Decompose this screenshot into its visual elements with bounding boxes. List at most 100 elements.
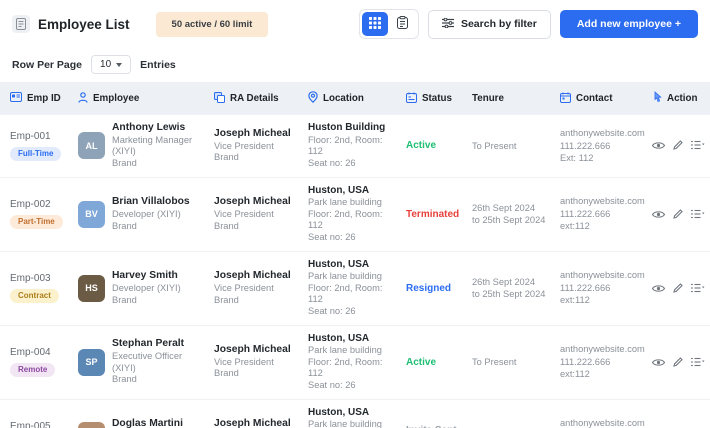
table-body: Emp-001 Full-Time AL Anthony Lewis Marke…	[0, 114, 710, 428]
edit-button[interactable]	[673, 138, 683, 153]
employee-name: Brian Villalobos	[112, 196, 190, 208]
employee-org: Brand	[112, 294, 137, 305]
table-row: Emp-001 Full-Time AL Anthony Lewis Marke…	[0, 114, 710, 178]
grid-view-icon	[368, 16, 381, 32]
cell-status: Resigned	[400, 251, 466, 325]
location-line: Floor: 2nd, Room: 112	[308, 208, 383, 231]
location-line: Park lane building	[308, 271, 382, 282]
employee-list-page: Employee List 50 active / 60 limit Searc…	[0, 0, 710, 428]
cell-contact: anthonywebsite.com 111.222.666 ext:112	[554, 399, 646, 428]
location-title: Huston, USA	[308, 406, 370, 418]
avatar: SP	[78, 348, 105, 376]
ra-name: Joseph Micheal	[214, 343, 291, 355]
view-button[interactable]	[651, 281, 666, 296]
cell-contact: anthonywebsite.com 111.222.666 Ext: 112	[554, 115, 646, 178]
table-row: Emp-003 Contract HS Harvey Smith Develop…	[0, 251, 710, 325]
view-button[interactable]	[651, 207, 666, 222]
list-view-button[interactable]	[390, 12, 416, 36]
cell-location: Huston, USA Park lane building Floor: 2n…	[302, 399, 400, 428]
view-toggle	[358, 9, 419, 39]
emp-id: Emp-005	[10, 420, 51, 428]
pencil-icon	[673, 207, 683, 222]
cell-action	[646, 115, 710, 178]
view-button[interactable]	[651, 138, 666, 153]
employee-role: Developer (XIYI)	[112, 208, 181, 219]
list-view-icon	[397, 16, 409, 32]
contact-website: anthonywebsite.com	[560, 344, 645, 355]
location-title: Huston Building	[308, 122, 386, 134]
cell-status: Invite Sent Resent Invite	[400, 399, 466, 428]
ra-role: Vice President	[214, 140, 274, 151]
cell-location: Huston, USA Park lane building Floor: 2n…	[302, 325, 400, 399]
list-menu-icon	[691, 207, 705, 222]
location-line: Park lane building	[308, 419, 382, 428]
ra-org: Brand	[214, 294, 239, 305]
cell-location: Huston, USA Park lane building Floor: 2n…	[302, 251, 400, 325]
contact-phone: 111.222.666	[560, 282, 611, 293]
col-tenure: Tenure	[466, 83, 554, 115]
more-actions-button[interactable]	[691, 207, 705, 222]
more-actions-button[interactable]	[691, 355, 705, 370]
employee-list-icon	[12, 15, 30, 33]
edit-button[interactable]	[673, 355, 683, 370]
grid-view-button[interactable]	[361, 12, 388, 36]
employment-type-badge: Full-Time	[10, 146, 62, 161]
col-ra-details: RA Details	[208, 83, 302, 115]
active-limit-badge: 50 active / 60 limit	[155, 11, 269, 37]
employee-table: Emp ID Employee RA Details Location Stat…	[0, 83, 710, 428]
cell-emp-id: Emp-001 Full-Time	[0, 115, 72, 178]
location-line: Seat no: 26	[308, 157, 356, 168]
contact-website: anthonywebsite.com	[560, 270, 645, 281]
cell-contact: anthonywebsite.com 111.222.666 ext:112	[554, 251, 646, 325]
col-action: Action	[646, 83, 710, 115]
contact-phone: 111.222.666	[560, 356, 611, 367]
search-by-filter-label: Search by filter	[460, 18, 537, 30]
cell-contact: anthonywebsite.com 111.222.666 ext:112	[554, 177, 646, 251]
id-card-icon	[10, 92, 22, 105]
more-actions-button[interactable]	[691, 281, 705, 296]
pencil-icon	[673, 281, 683, 296]
page-size-select[interactable]: 10	[91, 55, 132, 74]
location-title: Huston, USA	[308, 184, 370, 196]
cell-employee: AL Anthony Lewis Marketing Manager (XIYI…	[72, 115, 208, 178]
contact-website: anthonywebsite.com	[560, 196, 645, 207]
status-text: Active	[406, 140, 437, 152]
col-status: Status	[400, 83, 466, 115]
ra-name: Joseph Micheal	[214, 270, 291, 282]
cell-emp-id: Emp-005 Probation	[0, 399, 72, 428]
cell-employee: SP Stephan Peralt Executive Officer (XIY…	[72, 325, 208, 399]
search-by-filter-button[interactable]: Search by filter	[427, 9, 551, 39]
cell-tenure: 26th Sept 2024 to 25th Sept 2024	[466, 251, 554, 325]
page-title: Employee List	[38, 16, 130, 32]
cell-tenure: To Present	[466, 325, 554, 399]
cell-status: Active	[400, 115, 466, 178]
more-actions-button[interactable]	[691, 138, 705, 153]
employment-type-badge: Contract	[10, 288, 59, 303]
edit-button[interactable]	[673, 207, 683, 222]
status-text: Terminated	[406, 208, 460, 220]
top-bar: Employee List 50 active / 60 limit Searc…	[0, 0, 710, 48]
employee-role: Executive Officer (XIYI)	[112, 351, 183, 373]
cell-action	[646, 325, 710, 399]
ra-name: Joseph Micheal	[214, 196, 291, 208]
add-new-employee-button[interactable]: Add new employee +	[559, 10, 698, 38]
cell-status: Terminated	[400, 177, 466, 251]
cell-tenure: To Present	[466, 399, 554, 428]
ra-org: Brand	[214, 368, 239, 379]
location-line: Seat no: 26	[308, 232, 356, 243]
ra-role: Vice President	[214, 208, 274, 219]
eye-icon	[651, 207, 666, 222]
location-line: Park lane building	[308, 197, 382, 208]
pencil-icon	[673, 138, 683, 153]
tenure-line: to 25th Sept 2024	[472, 215, 546, 226]
employee-name: Anthony Lewis	[112, 122, 186, 133]
edit-button[interactable]	[673, 281, 683, 296]
employee-name: Stephan Peralt	[112, 338, 185, 350]
table-header: Emp ID Employee RA Details Location Stat…	[0, 83, 710, 115]
cell-tenure: 26th Sept 2024 to 25th Sept 2024	[466, 177, 554, 251]
status-card-icon	[406, 92, 417, 106]
cell-location: Huston Building Floor: 2nd, Room: 112 Se…	[302, 115, 400, 178]
view-button[interactable]	[651, 355, 666, 370]
tenure-line: 26th Sept 2024	[472, 276, 536, 287]
employment-type-badge: Remote	[10, 362, 56, 377]
